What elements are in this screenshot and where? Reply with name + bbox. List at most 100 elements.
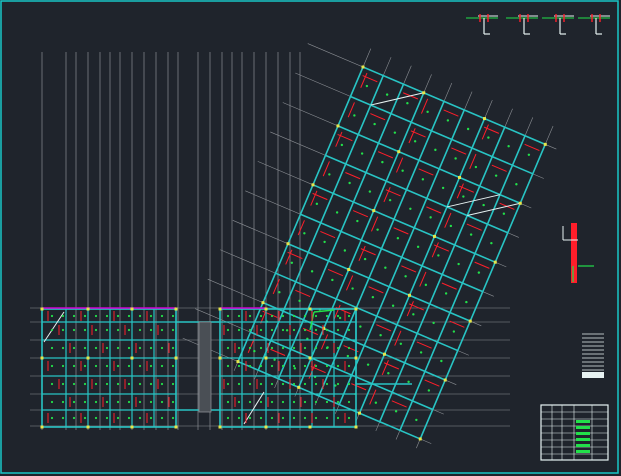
- plan-node: [259, 382, 263, 386]
- column-node: [174, 356, 178, 360]
- drawing-canvas[interactable]: [0, 0, 621, 476]
- plan-node: [237, 416, 241, 420]
- plan-node: [72, 400, 76, 404]
- wing-rebar: [426, 206, 442, 214]
- wing-node: [441, 186, 445, 190]
- plan-node: [259, 328, 263, 332]
- column-node: [218, 356, 222, 360]
- plan-node: [303, 400, 307, 404]
- wing-rebar: [345, 172, 361, 180]
- wing-node: [340, 143, 344, 147]
- wing-node: [487, 136, 490, 139]
- wing-node: [353, 114, 356, 117]
- wing-node: [374, 401, 378, 404]
- grid-lines-horizontal: [30, 307, 510, 427]
- plan-node: [270, 328, 274, 332]
- plan-node: [314, 400, 318, 404]
- wing-node: [348, 181, 351, 185]
- wing-node-yellow: [518, 201, 522, 205]
- plan-node: [325, 382, 329, 386]
- plan-node: [171, 382, 175, 386]
- plan-node: [347, 400, 351, 404]
- plan-node: [325, 346, 329, 350]
- wing-node: [356, 219, 359, 223]
- wing-node: [298, 299, 301, 303]
- plan-node: [336, 346, 340, 350]
- plan-node: [160, 382, 164, 386]
- column-node: [86, 356, 90, 360]
- plan-node: [171, 416, 175, 420]
- wing-node: [331, 278, 334, 282]
- lower-floor-plan: [40, 307, 412, 429]
- title-mark: [576, 432, 590, 435]
- plan-node: [270, 382, 274, 386]
- plan-node: [160, 364, 164, 368]
- plan-node: [259, 400, 263, 404]
- plan-node: [94, 400, 98, 404]
- plan-node: [127, 400, 131, 404]
- wing-node: [290, 261, 294, 264]
- plan-node: [138, 400, 142, 404]
- wing-node: [371, 295, 375, 299]
- plan-node: [325, 416, 329, 420]
- plan-node: [171, 346, 175, 350]
- cad-viewport[interactable]: [0, 0, 621, 476]
- wing-node: [363, 257, 367, 261]
- wing-node: [391, 304, 395, 307]
- wing-rebar: [424, 379, 440, 387]
- wing-node: [393, 131, 397, 134]
- wing-beam: [378, 126, 506, 423]
- plan-diagonal: [43, 311, 65, 343]
- wing-node: [303, 232, 306, 235]
- column-node: [130, 307, 134, 311]
- plan-node: [61, 416, 65, 420]
- plan-node: [336, 400, 340, 404]
- wing-node-yellow: [311, 183, 315, 187]
- wing-node: [406, 102, 409, 105]
- wing-node: [507, 144, 510, 148]
- plan-node: [105, 382, 109, 386]
- plan-node: [105, 400, 109, 404]
- plan-node: [83, 416, 87, 420]
- plan-node: [83, 364, 87, 368]
- plan-node: [270, 416, 274, 420]
- wing-node: [444, 292, 448, 295]
- plan-node: [325, 314, 329, 318]
- plan-node: [248, 346, 252, 350]
- plan-node: [61, 400, 65, 404]
- column-node: [174, 425, 178, 429]
- plan-node: [94, 346, 98, 350]
- plan-node: [50, 364, 54, 368]
- wing-rebar: [443, 109, 459, 117]
- wing-node-yellow: [443, 378, 447, 382]
- column-node: [354, 425, 358, 429]
- plan-node: [248, 382, 252, 386]
- wing-beam: [237, 66, 364, 362]
- plan-node: [237, 346, 241, 350]
- wing-node: [381, 160, 384, 164]
- plan-node: [292, 382, 296, 386]
- column-node: [308, 307, 312, 311]
- wing-node: [429, 216, 432, 219]
- wing-node: [465, 300, 468, 304]
- wing-rebar: [418, 168, 434, 176]
- wing-rebar: [377, 151, 394, 159]
- wing-node: [373, 122, 376, 126]
- wing-node: [384, 266, 387, 269]
- title-mark: [576, 438, 590, 441]
- wing-rebar: [376, 324, 392, 332]
- plan-node: [50, 328, 54, 332]
- wing-node: [434, 148, 437, 152]
- plan-node: [292, 346, 296, 350]
- wing-node: [412, 313, 415, 316]
- wing-node: [494, 174, 498, 177]
- wing-rebar: [352, 210, 369, 218]
- plan-node: [127, 328, 131, 332]
- plan-node: [72, 382, 76, 386]
- plan-node: [270, 346, 274, 350]
- wing-rebar: [295, 289, 311, 298]
- plan-node: [237, 400, 241, 404]
- wing-node: [426, 110, 429, 114]
- wing-node-yellow: [407, 293, 411, 297]
- plan-node: [127, 382, 131, 386]
